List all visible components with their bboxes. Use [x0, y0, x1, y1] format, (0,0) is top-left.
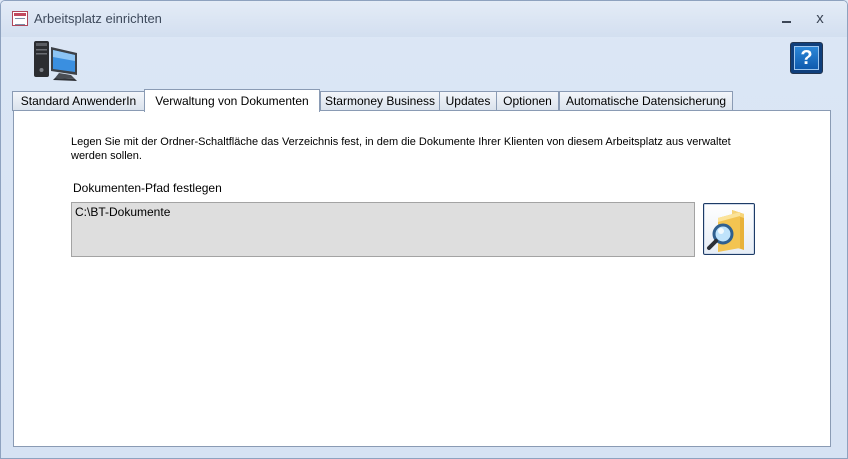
description-text: Legen Sie mit der Ordner-Schaltfläche da… — [71, 136, 731, 162]
tab-standard-anwenderin[interactable]: Standard AnwenderIn — [12, 91, 145, 111]
computer-icon — [34, 41, 77, 81]
dialog-window: Arbeitsplatz einrichten x ? Standard Anw… — [0, 0, 848, 459]
browse-folder-button[interactable] — [703, 203, 755, 255]
tab-automatische-datensicherung[interactable]: Automatische Datensicherung — [559, 91, 733, 111]
tab-starmoney-business[interactable]: Starmoney Business — [320, 91, 440, 111]
window-title: Arbeitsplatz einrichten — [34, 11, 162, 26]
form-window-icon — [12, 11, 28, 26]
minimize-button[interactable] — [774, 9, 800, 29]
close-button[interactable]: x — [807, 9, 833, 29]
document-path-field[interactable]: C:\BT-Dokumente — [71, 202, 695, 257]
tab-optionen[interactable]: Optionen — [496, 91, 559, 111]
tab-updates[interactable]: Updates — [439, 91, 497, 111]
title-bar[interactable]: Arbeitsplatz einrichten x — [1, 1, 847, 37]
help-button[interactable]: ? — [790, 42, 823, 74]
tab-verwaltung-von-dokumenten[interactable]: Verwaltung von Dokumenten — [144, 89, 320, 112]
path-label: Dokumenten-Pfad festlegen — [73, 181, 222, 195]
folder-search-icon — [707, 210, 744, 252]
minimize-icon — [782, 21, 791, 23]
help-icon: ? — [794, 46, 819, 70]
